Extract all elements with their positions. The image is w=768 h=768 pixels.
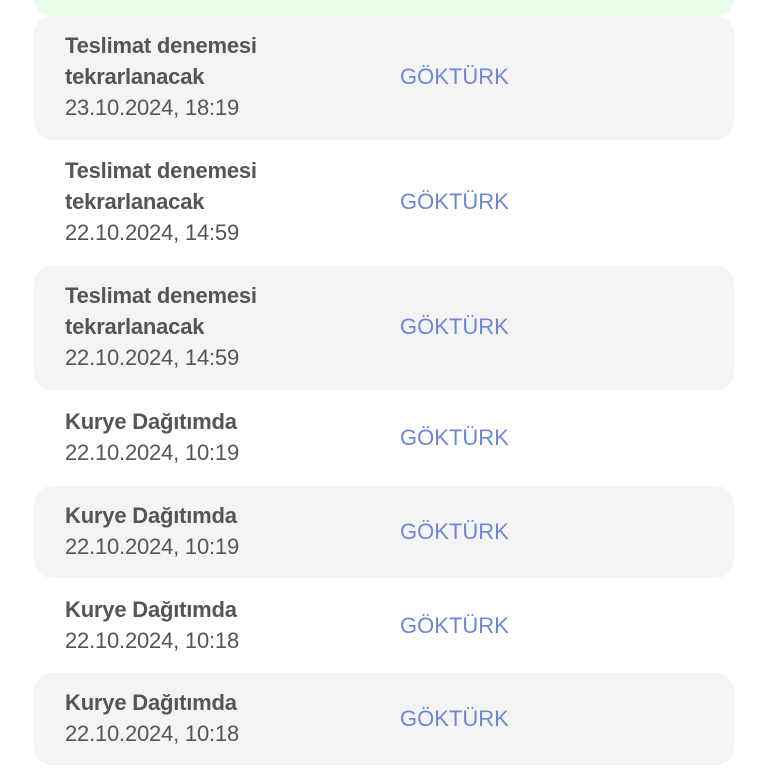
tracking-event-row: Kurye Dağıtımda 22.10.2024, 10:19 GÖKTÜR… xyxy=(34,390,734,484)
event-status: Kurye Dağıtımda xyxy=(65,500,237,531)
event-location: GÖKTÜRK xyxy=(400,425,509,450)
event-status-line-1: Kurye Dağıtımda xyxy=(65,409,237,434)
tracking-event-row: Kurye Dağıtımda 22.10.2024, 10:19 GÖKTÜR… xyxy=(34,486,734,578)
event-datetime: 22.10.2024, 14:59 xyxy=(65,220,239,245)
current-status-banner xyxy=(34,0,734,16)
event-location: GÖKTÜRK xyxy=(400,189,509,214)
event-status-line-1: Kurye Dağıtımda xyxy=(65,503,237,528)
tracking-event-row: Teslimat denemesi tekrarlanacak 23.10.20… xyxy=(34,16,734,140)
event-status: Kurye Dağıtımda xyxy=(65,406,237,437)
event-status-line-2: tekrarlanacak xyxy=(65,314,205,339)
tracking-event-row: Teslimat denemesi tekrarlanacak 22.10.20… xyxy=(34,266,734,390)
event-location: GÖKTÜRK xyxy=(400,519,509,544)
event-status-line-1: Kurye Dağıtımda xyxy=(65,597,237,622)
event-status-line-1: Kurye Dağıtımda xyxy=(65,690,237,715)
event-status: Teslimat denemesi tekrarlanacak xyxy=(65,280,257,342)
event-status-line-1: Teslimat denemesi xyxy=(65,33,257,58)
event-status: Kurye Dağıtımda xyxy=(65,687,237,718)
event-datetime: 22.10.2024, 10:18 xyxy=(65,628,239,653)
tracking-event-row: Teslimat denemesi tekrarlanacak 22.10.20… xyxy=(34,141,734,265)
event-datetime: 22.10.2024, 10:19 xyxy=(65,440,239,465)
tracking-history-page: Teslimat denemesi tekrarlanacak 23.10.20… xyxy=(0,0,768,768)
event-status: Teslimat denemesi tekrarlanacak xyxy=(65,155,257,217)
tracking-event-row: Kurye Dağıtımda 22.10.2024, 10:18 GÖKTÜR… xyxy=(34,673,734,765)
event-datetime: 22.10.2024, 14:59 xyxy=(65,345,239,370)
event-status-line-2: tekrarlanacak xyxy=(65,189,205,214)
event-location: GÖKTÜRK xyxy=(400,706,509,731)
event-status-line-1: Teslimat denemesi xyxy=(65,158,257,183)
event-location: GÖKTÜRK xyxy=(400,64,509,89)
event-location: GÖKTÜRK xyxy=(400,314,509,339)
event-status-line-2: tekrarlanacak xyxy=(65,64,205,89)
event-datetime: 22.10.2024, 10:18 xyxy=(65,721,239,746)
event-status: Kurye Dağıtımda xyxy=(65,594,237,625)
event-status: Teslimat denemesi tekrarlanacak xyxy=(65,30,257,92)
event-datetime: 23.10.2024, 18:19 xyxy=(65,95,239,120)
tracking-event-row: Kurye Dağıtımda 22.10.2024, 10:18 GÖKTÜR… xyxy=(34,578,734,672)
event-status-line-1: Teslimat denemesi xyxy=(65,283,257,308)
event-datetime: 22.10.2024, 10:19 xyxy=(65,534,239,559)
event-location: GÖKTÜRK xyxy=(400,613,509,638)
